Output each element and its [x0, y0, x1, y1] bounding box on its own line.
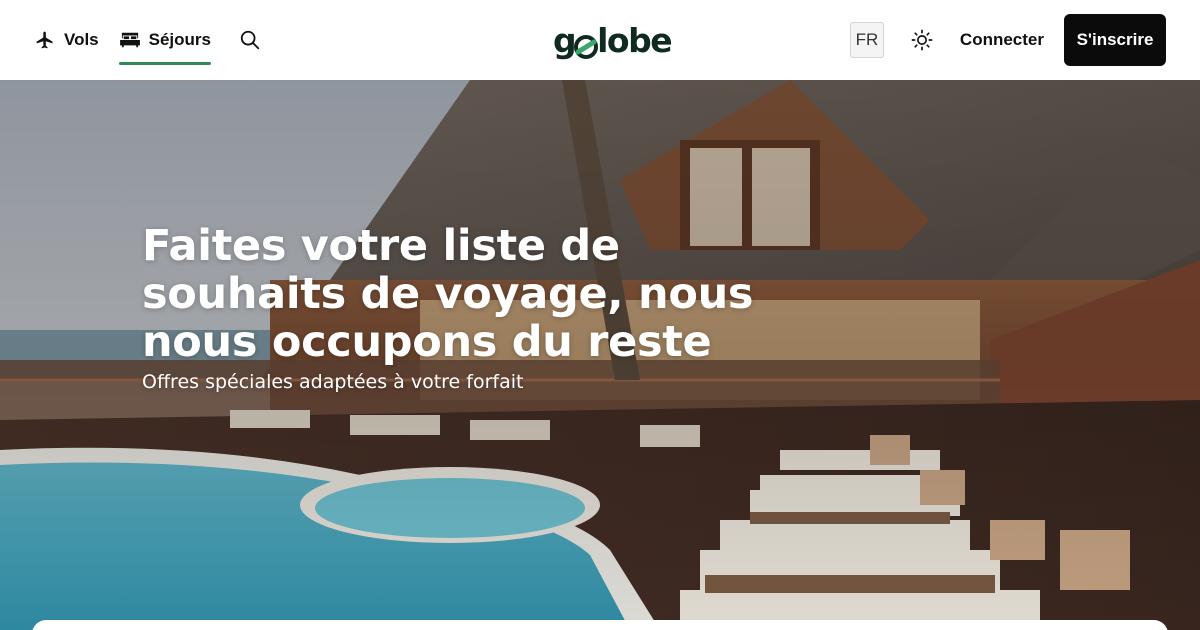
nav-tabs: Vols Séjours	[34, 0, 261, 80]
hero-banner: Faites votre liste de souhaits de voyage…	[0, 80, 1200, 630]
login-link[interactable]: Connecter	[960, 30, 1044, 50]
top-navigation: Vols Séjours g lobe FR Connecter S'inscr…	[0, 0, 1200, 80]
tab-flights[interactable]: Vols	[34, 0, 99, 80]
search-panel[interactable]	[32, 620, 1168, 630]
tab-stays[interactable]: Séjours	[118, 0, 212, 80]
brand-logo[interactable]: g lobe	[553, 18, 673, 62]
language-button[interactable]: FR	[849, 22, 884, 58]
tab-flights-label: Vols	[64, 30, 99, 49]
plane-icon	[34, 30, 56, 50]
search-icon[interactable]	[239, 29, 261, 51]
hero-subtitle: Offres spéciales adaptées à votre forfai…	[142, 371, 524, 393]
hero-title: Faites votre liste de souhaits de voyage…	[142, 221, 754, 367]
signup-button[interactable]: S'inscrire	[1064, 14, 1166, 66]
logo-text-left: g	[553, 20, 577, 60]
sun-icon[interactable]	[911, 29, 933, 51]
nav-actions: FR Connecter S'inscrire	[849, 14, 1166, 66]
logo-mark-icon	[574, 29, 599, 59]
tab-stays-label: Séjours	[148, 30, 211, 49]
logo-text-right: lobe	[597, 20, 673, 60]
bed-icon	[119, 31, 141, 49]
